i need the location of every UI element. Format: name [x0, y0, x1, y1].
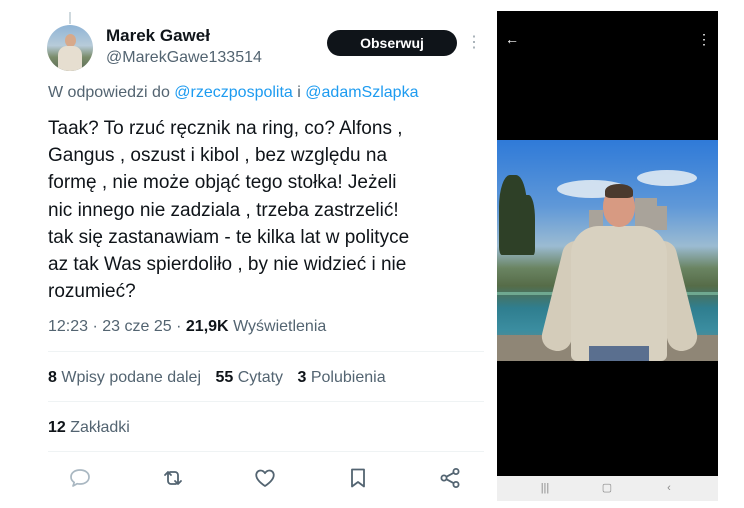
views-count: 21,9K [185, 318, 229, 335]
divider [48, 451, 484, 452]
castle [655, 206, 667, 230]
likes-label: Polubienia [310, 369, 386, 386]
bookmarks-stat: 12 Zakładki [48, 419, 130, 437]
back-nav-icon[interactable]: ‹ [659, 480, 679, 496]
share-icon[interactable] [438, 466, 462, 490]
home-icon[interactable]: ▢ [597, 480, 617, 496]
tweet-card: Marek Gaweł @MarekGawe133514 Obserwuj ⋮ … [0, 0, 490, 508]
bookmark-icon[interactable] [346, 466, 370, 490]
reposts-count: 8 [48, 369, 57, 386]
meta-separator: · [176, 318, 182, 335]
engagement-stats: 8 Wpisy podane dalej 55 Cytaty 3 Polubie… [48, 369, 396, 387]
tweet-text-line: rozumieć? [48, 281, 136, 303]
photo-viewer: ← ⋮ ||| ▢ ‹ [497, 11, 718, 501]
author-handle[interactable]: @MarekGawe133514 [106, 49, 262, 67]
tweet-meta: 12:23 · 23 cze 25 · 21,9K Wyświetlenia [48, 318, 326, 336]
tweet-text: Taak? To rzuć ręcznik na ring, co? Alfon… [48, 115, 488, 305]
reposts-label: Wpisy podane dalej [61, 369, 201, 386]
recent-apps-icon[interactable]: ||| [535, 480, 555, 496]
tweet-text-line: az tak Was spierdoliło , by nie widzieć … [48, 254, 407, 276]
follow-button[interactable]: Obserwuj [327, 30, 457, 56]
tweet-text-line: formę , nie może objąć tego stołka! Jeże… [48, 172, 397, 194]
views-label: Wyświetlenia [233, 318, 327, 335]
likes-stat[interactable]: 3 Polubienia [298, 369, 386, 386]
reply-icon[interactable] [68, 466, 92, 490]
avatar[interactable] [47, 25, 93, 71]
thread-line [69, 12, 71, 24]
bookmarks-count: 12 [48, 419, 66, 436]
divider [48, 401, 484, 402]
cloud [637, 170, 697, 186]
quotes-count: 55 [215, 369, 234, 386]
person-hair [605, 184, 633, 198]
bookmarks-label: Zakładki [70, 419, 130, 436]
quotes-label: Cytaty [237, 369, 284, 386]
tweet-time[interactable]: 12:23 [48, 318, 88, 335]
reply-joiner: i [297, 84, 301, 101]
android-nav-bar: ||| ▢ ‹ [497, 476, 718, 501]
more-options-icon[interactable]: ⋮ [466, 33, 482, 53]
back-arrow-icon[interactable]: ← [505, 31, 519, 47]
tweet-text-line: Gangus , oszust i kibol , bez względu na [48, 145, 388, 167]
avatar-body [58, 46, 82, 71]
person-sweater [571, 226, 667, 361]
tree [519, 195, 535, 255]
meta-separator: · [92, 318, 98, 335]
menu-dots-icon[interactable]: ⋮ [697, 31, 711, 47]
like-icon[interactable] [253, 466, 277, 490]
mention-link-2[interactable]: @adamSzlapka [305, 84, 418, 101]
repost-icon[interactable] [161, 466, 185, 490]
quotes-stat[interactable]: 55 Cytaty [215, 369, 283, 386]
person-jeans [589, 346, 649, 361]
tweet-text-line: nic innego nie zadziala , trzeba zastrze… [48, 199, 399, 221]
mention-link-1[interactable]: @rzeczpospolita [174, 84, 293, 101]
tweet-text-line: tak się zastanawiam - te kilka lat w pol… [48, 226, 410, 248]
photo[interactable] [497, 140, 718, 361]
tweet-date[interactable]: 23 cze 25 [102, 318, 171, 335]
author-name[interactable]: Marek Gaweł [106, 26, 210, 46]
reply-prefix: W odpowiedzi do [48, 84, 170, 101]
reposts-stat[interactable]: 8 Wpisy podane dalej [48, 369, 201, 386]
tweet-text-line: Taak? To rzuć ręcznik na ring, co? Alfon… [48, 118, 403, 139]
divider [48, 351, 484, 352]
reply-context: W odpowiedzi do @rzeczpospolita i @adamS… [48, 84, 418, 102]
likes-count: 3 [297, 369, 307, 386]
